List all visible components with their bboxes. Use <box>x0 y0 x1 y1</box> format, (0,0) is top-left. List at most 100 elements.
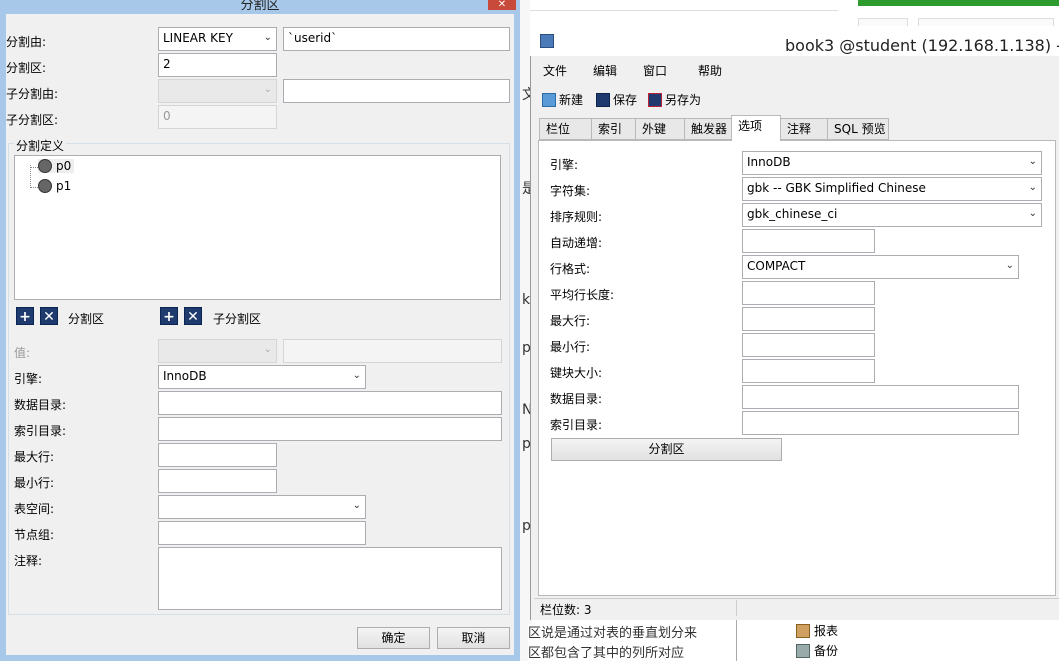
nav-item-backup[interactable]: 备份 <box>796 642 838 659</box>
new-label: 新建 <box>559 93 584 107</box>
engine-select[interactable]: InnoDB ⌄ <box>742 151 1042 175</box>
save-label: 保存 <box>613 93 638 107</box>
save-button[interactable]: 保存 <box>596 91 637 108</box>
min-rows-input[interactable] <box>158 469 277 493</box>
tab-columns[interactable]: 栏位 <box>539 118 592 140</box>
engine-value: InnoDB <box>747 155 791 169</box>
charset-label: 字符集: <box>550 184 591 198</box>
data-dir-input[interactable] <box>158 391 502 415</box>
save-as-label: 另存为 <box>665 93 702 107</box>
tab-comment[interactable]: 注释 <box>780 118 828 140</box>
report-icon <box>796 623 810 638</box>
add-subpartition-button[interactable]: + <box>160 307 178 325</box>
tablespace-select[interactable]: ⌄ <box>158 495 366 519</box>
avg-row-length-input[interactable] <box>742 281 875 305</box>
menu-help[interactable]: 帮助 <box>698 62 722 79</box>
partition-icon <box>38 179 52 193</box>
max-rows-input[interactable] <box>742 307 875 331</box>
tab-foreign-keys[interactable]: 外键 <box>635 118 685 140</box>
subpartition-buttons-label: 子分割区 <box>213 312 262 326</box>
index-dir-input[interactable] <box>742 411 1019 435</box>
key-block-size-input[interactable] <box>742 359 875 383</box>
ok-button[interactable]: 确定 <box>357 627 430 649</box>
partitions-label: 分割区: <box>6 61 47 75</box>
partition-definition-label: 分割定义 <box>14 137 67 154</box>
background-document-text: 区说是通过对表的垂直划分来 区都包含了其中的列所对应 <box>528 624 728 661</box>
tab-options[interactable]: 选项 <box>731 115 781 141</box>
subpartition-by-label: 子分割由: <box>6 87 59 101</box>
save-icon <box>596 92 610 107</box>
value-select[interactable]: ⌄ <box>158 339 277 363</box>
tablespace-label: 表空间: <box>14 502 55 516</box>
collation-select[interactable]: gbk_chinese_ci ⌄ <box>742 203 1042 227</box>
row-format-label: 行格式: <box>550 262 591 276</box>
tab-indexes[interactable]: 索引 <box>591 118 636 140</box>
partition-tree <box>14 155 501 300</box>
max-rows-label: 最大行: <box>550 314 591 328</box>
close-icon: ✕ <box>187 309 199 325</box>
max-rows-input[interactable] <box>158 443 277 467</box>
data-dir-input[interactable] <box>742 385 1019 409</box>
remove-subpartition-button[interactable]: ✕ <box>184 307 202 325</box>
tree-item-p0[interactable]: p0 <box>38 159 75 173</box>
backup-icon <box>796 643 810 658</box>
tab-triggers[interactable]: 触发器 <box>684 118 732 140</box>
menu-edit[interactable]: 编辑 <box>593 62 617 79</box>
cancel-button[interactable]: 取消 <box>437 627 510 649</box>
collation-value: gbk_chinese_ci <box>747 207 838 221</box>
nav-item-reports[interactable]: 报表 <box>796 622 838 639</box>
tree-connector <box>30 187 38 188</box>
save-as-button[interactable]: 另存为 <box>648 91 701 108</box>
chevron-down-icon: ⌄ <box>1005 260 1014 271</box>
plus-icon: + <box>163 309 175 325</box>
engine-label: 引擎: <box>550 158 579 172</box>
data-dir-label: 数据目录: <box>550 392 603 406</box>
subpartition-expression-input[interactable] <box>283 79 510 103</box>
min-rows-input[interactable] <box>742 333 875 357</box>
subpartitions-count-input[interactable]: 0 <box>158 105 277 129</box>
chevron-down-icon: ⌄ <box>1028 208 1037 219</box>
partitions-count-input[interactable]: 2 <box>158 53 277 77</box>
status-field-count: 栏位数: 3 <box>540 603 592 617</box>
new-button[interactable]: 新建 <box>542 91 583 108</box>
table-icon <box>540 34 554 48</box>
partition-by-select[interactable]: LINEAR KEY ⌄ <box>158 27 277 51</box>
tree-item-label: p1 <box>56 179 72 193</box>
comment-textarea[interactable] <box>158 547 502 610</box>
close-button[interactable]: ✕ <box>488 0 516 10</box>
partition-by-label: 分割由: <box>6 35 47 49</box>
menu-file[interactable]: 文件 <box>543 62 567 79</box>
partition-expression-input[interactable]: `userid` <box>283 27 510 51</box>
partition-icon <box>38 159 52 173</box>
partition-button[interactable]: 分割区 <box>551 438 782 461</box>
menu-window[interactable]: 窗口 <box>643 62 667 79</box>
key-block-size-label: 键块大小: <box>550 366 603 380</box>
status-bar <box>534 598 1059 619</box>
comment-label: 注释: <box>14 554 43 568</box>
avg-row-length-label: 平均行长度: <box>550 288 615 302</box>
new-icon <box>542 92 556 107</box>
collation-label: 排序规则: <box>550 210 603 224</box>
background-green-bar <box>858 0 1059 6</box>
subpartitions-label: 子分割区: <box>6 113 59 127</box>
auto-increment-input[interactable] <box>742 229 875 253</box>
background-text: k <box>522 292 531 308</box>
charset-select[interactable]: gbk -- GBK Simplified Chinese ⌄ <box>742 177 1042 201</box>
remove-partition-button[interactable]: ✕ <box>40 307 58 325</box>
chevron-down-icon: ⌄ <box>263 344 272 355</box>
tree-item-p1[interactable]: p1 <box>38 179 71 193</box>
value-label: 值: <box>14 346 31 360</box>
value-input[interactable] <box>283 339 502 363</box>
nodegroup-input[interactable] <box>158 521 366 545</box>
tab-sql-preview[interactable]: SQL 预览 <box>827 118 889 140</box>
auto-increment-label: 自动递增: <box>550 236 603 250</box>
add-partition-button[interactable]: + <box>16 307 34 325</box>
row-format-select[interactable]: COMPACT ⌄ <box>742 255 1019 279</box>
plus-icon: + <box>19 309 31 325</box>
index-dir-input[interactable] <box>158 417 502 441</box>
chevron-down-icon: ⌄ <box>1028 182 1037 193</box>
subpartition-by-select[interactable]: ⌄ <box>158 79 277 103</box>
chevron-down-icon: ⌄ <box>263 32 272 43</box>
engine-select[interactable]: InnoDB ⌄ <box>158 365 366 389</box>
tree-connector <box>30 165 31 188</box>
